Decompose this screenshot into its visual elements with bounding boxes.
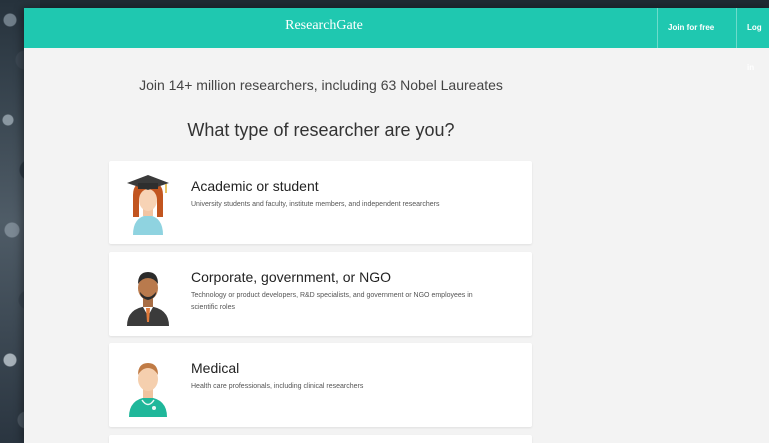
medical-avatar-icon bbox=[129, 363, 167, 417]
business-avatar-icon bbox=[127, 272, 169, 326]
option-title: Corporate, government, or NGO bbox=[191, 269, 391, 285]
login-button[interactable]: Log in bbox=[736, 8, 769, 72]
join-for-free-button[interactable]: Join for free bbox=[657, 8, 724, 48]
option-corporate-card[interactable]: Corporate, government, or NGO Technology… bbox=[109, 252, 532, 336]
option-title: Medical bbox=[191, 360, 240, 376]
option-description: University students and faculty, institu… bbox=[191, 201, 440, 208]
brand-logo[interactable]: ResearchGate bbox=[24, 18, 624, 34]
option-medical-card[interactable]: Medical Health care professionals, inclu… bbox=[109, 343, 532, 427]
page-title: What type of researcher are you? bbox=[187, 120, 455, 140]
option-description: Health care professionals, including cli… bbox=[191, 383, 364, 390]
option-academic-card[interactable]: Academic or student University students … bbox=[109, 161, 532, 244]
option-card-partial[interactable] bbox=[109, 435, 532, 443]
signup-tagline: Join 14+ million researchers, including … bbox=[139, 77, 503, 93]
option-title: Academic or student bbox=[191, 178, 319, 194]
graduate-avatar-icon bbox=[127, 175, 169, 235]
top-navigation-bar: ResearchGate Join for free Log in bbox=[24, 8, 769, 72]
browser-page: ResearchGate Join for free Log in Join 1… bbox=[24, 8, 769, 443]
option-description: Technology or product developers, R&D sp… bbox=[191, 292, 473, 311]
